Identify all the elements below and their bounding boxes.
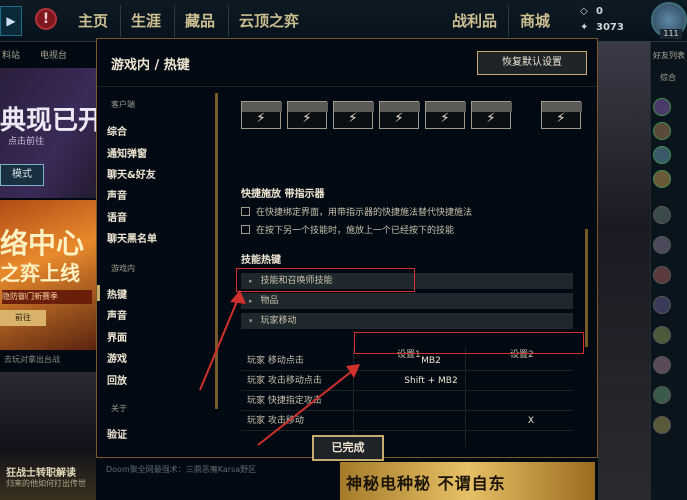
settings-sidebar: 客户端 综合 通知弹窗 聊天&好友 声音 语音 聊天黑名单 游戏内 热键 声音 …	[97, 89, 218, 459]
hero-title: 典现已开	[0, 106, 105, 136]
background-art	[598, 42, 650, 500]
game-client: ▶ ! 主页 生涯 藏品 云顶之弈 战利品 商城 ◇ 0 ✦ 3073 111 …	[0, 0, 687, 500]
be-balance: 3073	[596, 22, 624, 33]
sidebar-category-ingame: 游戏内	[111, 264, 135, 273]
news-ticker[interactable]: Doom聚全网最强术：三鼎恶魔Karsa野区	[96, 462, 316, 478]
annotation-box	[236, 268, 415, 292]
sidebar-item-chat-friends[interactable]: 聊天&好友	[107, 166, 156, 181]
nav-tft[interactable]: 云顶之弈	[239, 10, 299, 31]
sidebar-item-hotkeys[interactable]: 热键	[107, 286, 127, 301]
hotkey-binding-2[interactable]: X	[471, 411, 589, 431]
done-button[interactable]: 已完成	[312, 435, 384, 461]
active-indicator	[97, 285, 100, 301]
sidebar-item-sound[interactable]: 声音	[107, 187, 127, 202]
friend-avatar[interactable]	[653, 122, 671, 140]
sidebar-item-verify[interactable]: 验证	[107, 426, 127, 441]
restore-defaults-button[interactable]: 恢复默认设置	[477, 51, 587, 75]
promo-title: 络中心	[0, 227, 85, 260]
nav-collection[interactable]: 藏品	[185, 10, 215, 31]
sidebar-item-notifications[interactable]: 通知弹窗	[107, 145, 147, 160]
key-slot[interactable]: ⚡	[541, 101, 582, 129]
nav-home[interactable]: 主页	[78, 10, 108, 31]
sidebar-scrollbar[interactable]	[215, 93, 218, 409]
group-player-movement[interactable]: ▾ 玩家移动	[241, 313, 573, 329]
friend-avatar[interactable]	[653, 356, 671, 374]
chevron-right-icon: ▸	[249, 297, 253, 305]
key-slot[interactable]: ⚡	[379, 101, 420, 129]
news-tile-title: 狂战士转职解读	[6, 468, 76, 479]
key-slot[interactable]: ⚡	[287, 101, 328, 129]
hero-button[interactable]: 模式	[0, 164, 44, 186]
annotation-box	[354, 332, 584, 354]
key-slot[interactable]: ⚡	[471, 101, 512, 129]
rp-icon: ◇	[580, 6, 588, 17]
rp-balance: 0	[596, 6, 603, 17]
ability-hotkeys-title: 技能热键	[241, 255, 281, 266]
friend-avatar[interactable]	[653, 146, 671, 164]
key-slot[interactable]: ⚡	[425, 101, 466, 129]
friend-avatar[interactable]	[653, 98, 671, 116]
alert-icon[interactable]: !	[35, 8, 57, 30]
settings-dialog: 游戏内 / 热键 恢复默认设置 客户端 综合 通知弹窗 聊天&好友 声音 语音 …	[96, 38, 598, 461]
friend-avatar[interactable]	[653, 170, 671, 188]
dialog-header: 游戏内 / 热键 恢复默认设置	[97, 39, 597, 87]
subnav-item[interactable]: 电视台	[40, 48, 67, 61]
top-nav-bar: ▶ ! 主页 生涯 藏品 云顶之弈 战利品 商城 ◇ 0 ✦ 3073 111	[0, 0, 687, 42]
hotkey-binding-1[interactable]: MB2	[381, 351, 481, 371]
friends-title: 好友列表	[653, 51, 685, 60]
sidebar-item-ingame-sound[interactable]: 声音	[107, 307, 127, 322]
friend-avatar[interactable]	[653, 416, 671, 434]
hotkey-row: 玩家 攻击移动 X	[241, 411, 573, 431]
friend-avatar[interactable]	[653, 296, 671, 314]
sidebar-item-voice[interactable]: 语音	[107, 209, 127, 224]
sidebar-item-general[interactable]: 综合	[107, 123, 127, 138]
be-icon: ✦	[580, 22, 589, 33]
quickcast-option-1[interactable]: 在快捷绑定界面，用带指示器的快捷施法替代快捷施法	[241, 205, 472, 218]
friend-avatar[interactable]	[653, 206, 671, 224]
friend-avatar[interactable]	[653, 266, 671, 284]
friends-group[interactable]: 综合	[660, 72, 676, 83]
news-tile-subtitle: 归来的他如何打出传世	[6, 479, 86, 488]
sidebar-item-block-list[interactable]: 聊天黑名单	[107, 230, 157, 245]
event-banner-text: 神秘电种秘 不谓自东	[346, 474, 506, 493]
promo-caption: 隐防御门新赛季	[2, 290, 92, 304]
nav-profile[interactable]: 生涯	[131, 10, 161, 31]
hotkey-label: 玩家 移动点击	[247, 356, 304, 366]
friend-avatar[interactable]	[653, 386, 671, 404]
hotkey-binding-1[interactable]: Shift + MB2	[381, 371, 481, 391]
group-items[interactable]: ▸ 物品	[241, 293, 573, 309]
hotkey-row: 玩家 攻击移动点击 Shift + MB2	[241, 371, 573, 391]
key-slot[interactable]: ⚡	[241, 101, 282, 129]
sidebar-category-about: 关于	[111, 404, 127, 413]
hotkey-label: 玩家 快捷指定攻击	[247, 396, 322, 406]
play-button[interactable]: ▶	[0, 6, 22, 36]
sidebar-item-replays[interactable]: 回放	[107, 372, 127, 387]
sidebar-item-game[interactable]: 游戏	[107, 350, 127, 365]
hotkey-row: 玩家 移动点击 MB2	[241, 351, 573, 371]
content-scrollbar[interactable]	[585, 229, 588, 347]
chevron-down-icon: ▾	[249, 317, 253, 325]
sidebar-category-client: 客户端	[111, 100, 135, 109]
checkbox[interactable]	[241, 225, 250, 234]
sidebar-item-interface[interactable]: 界面	[107, 329, 127, 344]
hero-subtitle: 点击前往	[8, 137, 45, 147]
quickcast-option-2[interactable]: 在按下另一个技能时，施放上一个已经按下的技能	[241, 223, 454, 236]
checkbox[interactable]	[241, 207, 250, 216]
nav-store[interactable]: 商城	[520, 10, 550, 31]
subnav-item[interactable]: 料站	[2, 48, 20, 61]
promo-button[interactable]: 前往	[0, 310, 46, 326]
news-link[interactable]: 去玩对拿出台战	[4, 354, 60, 365]
nav-loot[interactable]: 战利品	[452, 10, 497, 31]
key-slot[interactable]: ⚡	[333, 101, 374, 129]
level-badge: 111	[660, 29, 682, 39]
hotkey-label: 玩家 攻击移动	[247, 416, 304, 426]
hotkey-label: 玩家 攻击移动点击	[247, 376, 322, 386]
friend-avatar[interactable]	[653, 236, 671, 254]
promo-subtitle: 之弈上线	[0, 261, 80, 285]
dialog-title: 游戏内 / 热键	[111, 58, 190, 73]
quickcast-title: 快捷施放 带指示器	[241, 189, 325, 200]
hotkey-row: 玩家 快捷指定攻击	[241, 391, 573, 411]
friend-avatar[interactable]	[653, 326, 671, 344]
